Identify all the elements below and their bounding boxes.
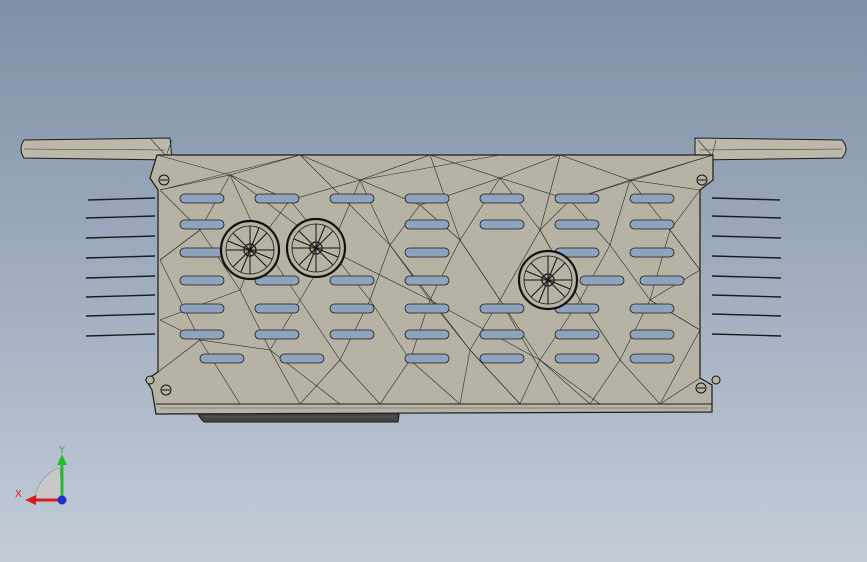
- screw-side-left: [145, 375, 155, 385]
- screw-bottom-left: [160, 384, 172, 396]
- fan-left: [219, 219, 281, 281]
- triad-plane-icon: [35, 467, 63, 501]
- x-axis-arrowhead: [25, 495, 36, 505]
- screw-top-right: [696, 174, 708, 186]
- fan-middle: [285, 217, 347, 279]
- x-axis-label: X: [15, 489, 22, 500]
- heatsink-fins-left: [85, 197, 156, 337]
- mounting-ear-left: [20, 137, 173, 161]
- screw-bottom-right: [695, 382, 707, 394]
- fan-right: [517, 249, 579, 311]
- cad-viewport[interactable]: Y X: [0, 0, 867, 562]
- mounting-ear-right: [694, 137, 847, 161]
- z-axis-dot: [57, 495, 67, 505]
- screw-side-right: [711, 375, 721, 385]
- heatsink-fins-right: [711, 197, 782, 337]
- orientation-triad[interactable]: Y X: [15, 445, 67, 505]
- y-axis-label: Y: [58, 445, 66, 456]
- screw-top-left: [158, 174, 170, 186]
